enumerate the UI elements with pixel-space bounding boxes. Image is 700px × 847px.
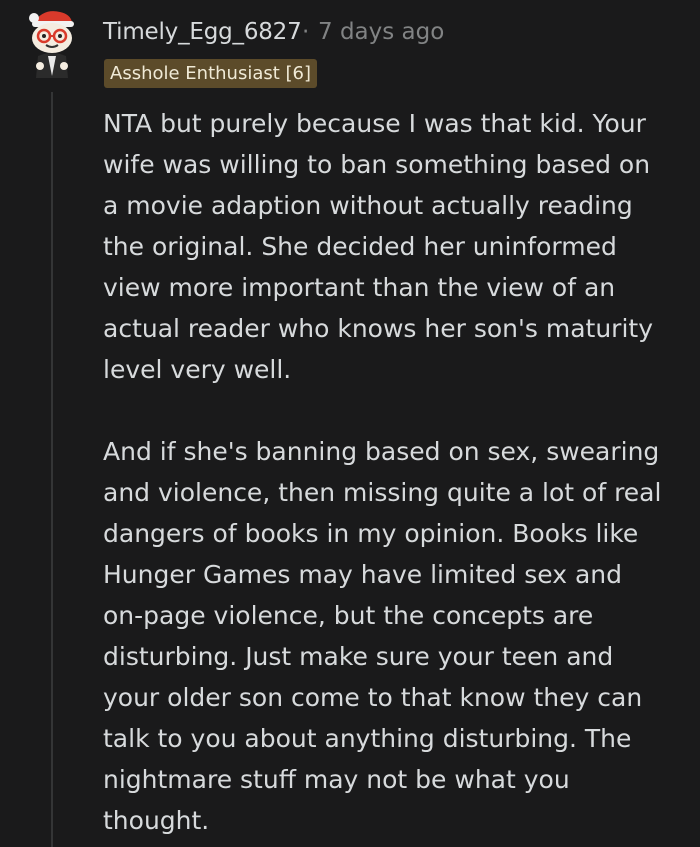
text-line: talk to you about anything disturbing. T… [103,724,632,753]
text-line: your older son come to that know they ca… [103,683,643,712]
text-line: on-page violence, but the concepts are [103,601,594,630]
text-line: a movie adaption without actually readin… [103,191,633,220]
text-line: dangers of books in my opinion. Books li… [103,519,639,548]
text-line: NTA but purely because I was that kid. Y… [103,109,646,138]
user-flair-badge: Asshole Enthusiast [6] [104,59,318,88]
text-line: and violence, then missing quite a lot o… [103,478,662,507]
username-link[interactable]: Timely_Egg_6827 [103,16,302,48]
text-line: level very well. [103,355,292,384]
text-line: the original. She decided her uninformed [103,232,617,261]
comment-paragraph: And if she's banning based on sex, swear… [103,431,693,841]
text-line: thought. [103,806,210,835]
comment-paragraph: NTA but purely because I was that kid. Y… [103,103,693,390]
comment: Timely_Egg_6827 · 7 days ago Asshole Ent… [0,0,700,847]
reddit-snoo-avatar-icon [29,11,74,78]
text-line: nightmare stuff may not be what you [103,765,570,794]
text-line: actual reader who knows her son's maturi… [103,314,653,343]
text-line: view more important than the view of an [103,273,616,302]
text-line: disturbing. Just make sure your teen and [103,642,614,671]
comment-timestamp[interactable]: 7 days ago [318,16,444,48]
text-line: Hunger Games may have limited sex and [103,560,622,589]
thread-collapse-line[interactable] [51,92,53,847]
meta-separator: · [302,19,310,45]
user-avatar[interactable] [20,6,84,82]
text-line: And if she's banning based on sex, swear… [103,437,660,466]
text-line: wife was willing to ban something based … [103,150,651,179]
comment-body: NTA but purely because I was that kid. Y… [103,103,693,841]
